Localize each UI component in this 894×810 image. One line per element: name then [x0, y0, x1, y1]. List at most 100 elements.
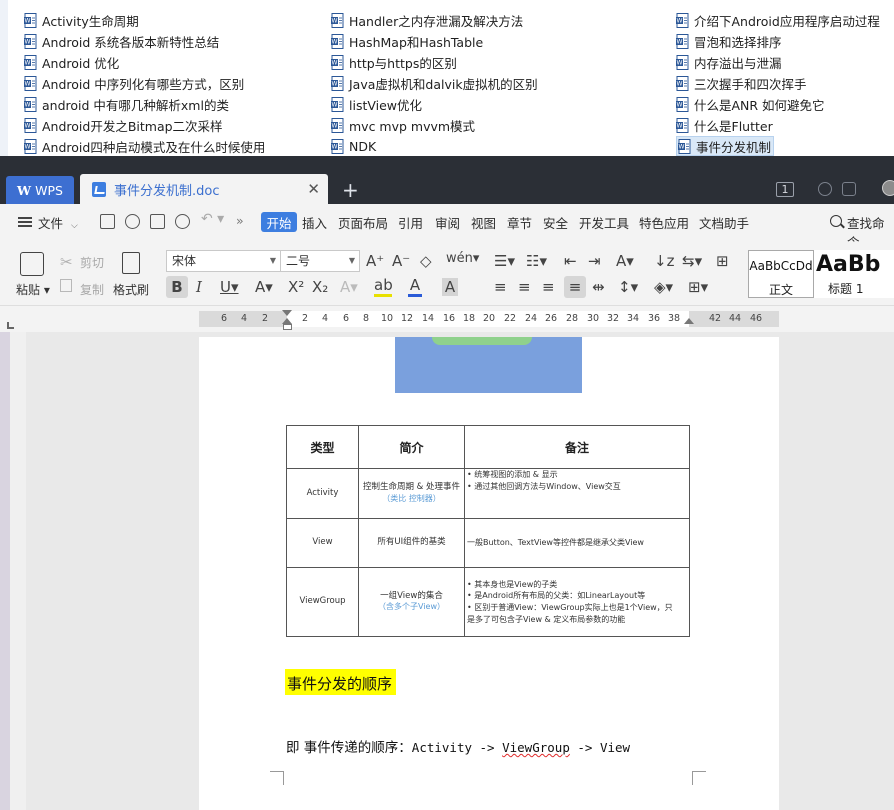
file-list-item[interactable]: W 三次握手和四次挥手 [676, 73, 807, 93]
cut-button[interactable]: 剪切 [80, 254, 104, 271]
format-painter-button[interactable]: 格式刷 [113, 281, 149, 298]
file-list-item[interactable]: W HashMap和HashTable [331, 31, 483, 51]
subscript-icon[interactable]: X₂ [312, 278, 328, 296]
undo-icon[interactable]: ↶ ▾ [201, 211, 224, 227]
underline-icon[interactable]: U▾ [220, 278, 239, 296]
file-list-item[interactable]: W 内存溢出与泄漏 [676, 52, 782, 72]
avatar[interactable] [882, 180, 894, 196]
file-list-item[interactable]: Wandroid 中有哪几种解析xml的类 [24, 94, 229, 114]
show-marks-icon[interactable]: ⊞ [716, 252, 729, 270]
bold-icon[interactable]: B [166, 276, 188, 298]
left-indent-marker[interactable] [283, 324, 292, 330]
file-list-item[interactable]: W Android 系统各版本新特性总结 [24, 31, 219, 51]
svg-text:W: W [332, 143, 338, 150]
hamburger-icon[interactable] [18, 217, 32, 227]
font-color-icon[interactable]: A [408, 276, 422, 297]
font-name-select[interactable]: 宋体 ▼ [166, 250, 281, 272]
file-list-item[interactable]: Wmvc mvp mvvm模式 [331, 115, 475, 135]
wps-home-tab[interactable]: W WPS [6, 176, 74, 204]
format-painter-icon[interactable] [122, 252, 140, 274]
file-list-item[interactable]: W Android四种启动模式及在什么时候使用 [24, 136, 265, 156]
file-list-item[interactable]: W Handler之内存泄漏及解决方法 [331, 10, 523, 30]
menu-tab-review[interactable]: 审阅 [435, 213, 460, 232]
file-list-item[interactable]: Whttp与https的区别 [331, 52, 457, 72]
file-list-item[interactable]: WlistView优化 [331, 94, 422, 114]
strikethrough-icon[interactable]: A▾ [255, 278, 273, 296]
window-count-badge[interactable]: 1 [776, 182, 794, 197]
menu-tab-security[interactable]: 安全 [543, 213, 568, 232]
first-line-indent-marker[interactable] [282, 310, 292, 316]
close-tab-icon[interactable]: ✕ [307, 180, 320, 198]
highlight-icon[interactable]: ab [374, 276, 393, 297]
menu-tab-page-layout[interactable]: 页面布局 [338, 213, 388, 232]
bullet-list-icon[interactable]: ☰▾ [494, 252, 515, 270]
line-spacing-icon[interactable]: ↕▾ [618, 278, 638, 296]
document-tab[interactable]: 事件分发机制.doc ✕ [80, 174, 328, 204]
embedded-image[interactable] [395, 337, 582, 393]
file-list-item[interactable]: W Android 中序列化有哪些方式，区别 [24, 73, 244, 93]
style-normal[interactable]: AaBbCcDd 正文 [748, 250, 814, 298]
text-direction-icon[interactable]: A▾ [616, 252, 634, 270]
menu-tab-references[interactable]: 引用 [398, 213, 423, 232]
menu-tab-developer[interactable]: 开发工具 [579, 213, 629, 232]
menu-tab-chapter[interactable]: 章节 [507, 213, 532, 232]
menu-tab-start[interactable]: 开始 [261, 212, 297, 232]
print-icon[interactable] [150, 214, 165, 229]
decrease-indent-icon[interactable]: ⇤ [564, 252, 577, 270]
menu-tab-view[interactable]: 视图 [471, 213, 496, 232]
paste-button[interactable]: 粘贴 ▾ [16, 281, 50, 298]
text-effect-icon[interactable]: A▾ [340, 278, 358, 296]
paragraph-spacing-icon[interactable]: ⇆▾ [682, 252, 702, 270]
italic-icon[interactable]: I [196, 278, 202, 296]
menu-tab-features[interactable]: 特色应用 [639, 213, 689, 232]
align-right-icon[interactable]: ≡ [542, 278, 555, 296]
cut-icon[interactable]: ✂ [60, 253, 73, 271]
clear-format-icon[interactable]: ◇ [420, 252, 432, 270]
menu-tab-insert[interactable]: 插入 [302, 213, 327, 232]
shrink-font-icon[interactable]: A⁻ [392, 252, 410, 270]
export-pdf-icon[interactable] [125, 214, 140, 229]
paste-icon[interactable] [20, 252, 44, 276]
increase-indent-icon[interactable]: ⇥ [588, 252, 601, 270]
file-list-item[interactable]: W Android 优化 [24, 52, 119, 72]
file-list-item[interactable]: W 事件分发机制 [676, 136, 774, 156]
file-list-item[interactable]: W NDK [331, 136, 376, 156]
share-icon[interactable] [842, 182, 856, 196]
sync-icon[interactable] [818, 182, 832, 196]
file-list-item[interactable]: W Activity生命周期 [24, 10, 139, 30]
more-icon[interactable]: » [236, 213, 244, 228]
superscript-icon[interactable]: X² [288, 278, 304, 296]
justify-icon[interactable]: ≡ [564, 276, 586, 298]
copy-button[interactable]: 复制 [80, 281, 104, 298]
file-list-item[interactable]: W 什么是ANR 如何避免它 [676, 94, 825, 114]
section-heading[interactable]: 事件分发的顺序 [287, 673, 392, 694]
numbered-list-icon[interactable]: ☷▾ [526, 252, 547, 270]
file-list-item[interactable]: W Android开发之Bitmap二次采样 [24, 115, 223, 135]
align-left-icon[interactable]: ≡ [494, 278, 507, 296]
print-preview-icon[interactable] [175, 214, 190, 229]
align-center-icon[interactable]: ≡ [518, 278, 531, 296]
copy-icon[interactable] [60, 279, 72, 292]
save-icon[interactable] [100, 214, 115, 229]
file-list-item[interactable]: W 什么是Flutter [676, 115, 773, 135]
shading-icon[interactable]: ◈▾ [654, 278, 673, 296]
file-list-item[interactable]: W Java虚拟机和dalvik虚拟机的区别 [331, 73, 538, 93]
char-shading-icon[interactable]: A [442, 278, 458, 296]
table-cell-type: ViewGroup [286, 567, 359, 637]
sort-icon[interactable]: ↓z [654, 252, 674, 270]
file-list-item[interactable]: W 冒泡和选择排序 [676, 31, 782, 51]
right-indent-marker[interactable] [684, 318, 694, 324]
search-icon[interactable] [830, 215, 842, 227]
menu-tab-doc-assistant[interactable]: 文档助手 [699, 213, 749, 232]
borders-icon[interactable]: ⊞▾ [688, 278, 708, 296]
font-size-select[interactable]: 二号 ▼ [280, 250, 360, 272]
new-tab-button[interactable]: + [342, 178, 359, 202]
tab-stop-icon[interactable] [7, 322, 14, 329]
style-heading-1[interactable]: AaBb 标题 1 [814, 250, 894, 298]
body-sentence[interactable]: 即 事件传递的顺序：Activity -> ViewGroup -> View [286, 736, 630, 756]
file-menu[interactable]: 文件 ⌵ [38, 213, 78, 232]
file-list-item[interactable]: W 介绍下Android应用程序启动过程 [676, 10, 880, 30]
distribute-icon[interactable]: ⇹ [592, 278, 605, 296]
phonetic-guide-icon[interactable]: wén▾ [446, 251, 479, 266]
grow-font-icon[interactable]: A⁺ [366, 252, 384, 270]
